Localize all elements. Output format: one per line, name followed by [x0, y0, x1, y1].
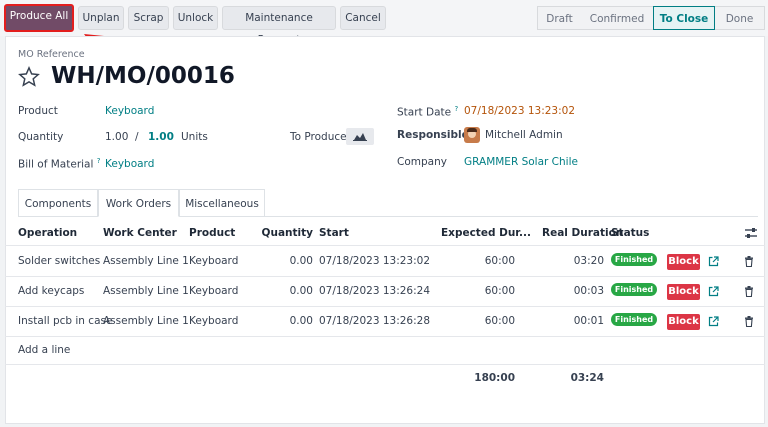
total-real-duration: 03:24: [570, 372, 604, 384]
stage-to-close[interactable]: To Close: [653, 6, 715, 30]
company-label: Company: [397, 156, 447, 168]
scrap-button[interactable]: Scrap: [128, 6, 169, 30]
expected-duration-cell[interactable]: 60:00: [460, 285, 515, 297]
external-link-icon[interactable]: [708, 286, 719, 297]
col-operation[interactable]: Operation: [18, 227, 77, 239]
quantity-cell[interactable]: 0.00: [260, 315, 313, 327]
real-duration-cell[interactable]: 00:03: [550, 285, 604, 297]
footer-divider: [5, 364, 765, 365]
block-button[interactable]: Block: [667, 314, 700, 330]
quantity-label: Quantity: [18, 131, 64, 143]
operation-cell[interactable]: Add keycaps: [18, 285, 84, 297]
external-link-icon[interactable]: [708, 256, 719, 267]
tab-work-orders[interactable]: Work Orders: [98, 189, 179, 217]
real-duration-cell[interactable]: 03:20: [550, 255, 604, 267]
row-divider: [5, 336, 765, 337]
work-center-cell[interactable]: Assembly Line 1: [103, 255, 189, 267]
cancel-button[interactable]: Cancel: [340, 6, 386, 30]
quantity-separator: /: [135, 131, 139, 143]
status-badge: Finished: [611, 253, 657, 266]
trash-icon[interactable]: [744, 256, 754, 267]
product-field[interactable]: Keyboard: [105, 105, 154, 117]
start-date-help-icon[interactable]: ?: [454, 105, 458, 113]
responsible-field[interactable]: Mitchell Admin: [485, 129, 563, 141]
row-divider: [5, 306, 765, 307]
quantity-produced[interactable]: 1.00: [105, 131, 128, 143]
col-quantity[interactable]: Quantity: [260, 227, 313, 239]
product-label: Product: [18, 105, 58, 117]
start-cell[interactable]: 07/18/2023 13:26:28: [319, 315, 430, 327]
total-expected-duration: 180:00: [474, 372, 515, 384]
expected-duration-cell[interactable]: 60:00: [460, 315, 515, 327]
col-expected-duration[interactable]: Expected Dur...: [441, 227, 531, 239]
stage-done[interactable]: Done: [715, 6, 765, 30]
quantity-total[interactable]: 1.00: [148, 131, 174, 143]
avatar: [464, 127, 480, 143]
real-duration-cell[interactable]: 00:01: [550, 315, 604, 327]
work-center-cell[interactable]: Assembly Line 1: [103, 285, 189, 297]
page-title: WH/MO/00016: [51, 63, 235, 89]
external-link-icon[interactable]: [708, 316, 719, 327]
status-badge: Finished: [611, 313, 657, 326]
product-cell[interactable]: Keyboard: [189, 255, 238, 267]
status-badge: Finished: [611, 283, 657, 296]
operation-cell[interactable]: Solder switches: [18, 255, 100, 267]
maintenance-request-button[interactable]: Maintenance Request: [222, 6, 336, 46]
col-start[interactable]: Start: [319, 227, 349, 239]
quantity-cell[interactable]: 0.00: [260, 255, 313, 267]
product-cell[interactable]: Keyboard: [189, 315, 238, 327]
work-center-cell[interactable]: Assembly Line 1: [103, 315, 189, 327]
expected-duration-cell[interactable]: 60:00: [460, 255, 515, 267]
company-field[interactable]: GRAMMER Solar Chile: [464, 156, 578, 168]
area-chart-icon: [353, 133, 367, 141]
quantity-uom: Units: [181, 131, 208, 143]
forecast-chart-button[interactable]: [346, 128, 374, 145]
trash-icon[interactable]: [744, 316, 754, 327]
mo-reference-label: MO Reference: [18, 49, 85, 60]
product-cell[interactable]: Keyboard: [189, 285, 238, 297]
start-cell[interactable]: 07/18/2023 13:26:24: [319, 285, 430, 297]
header-divider: [5, 245, 765, 246]
trash-icon[interactable]: [744, 286, 754, 297]
add-line-link[interactable]: Add a line: [18, 344, 70, 356]
row-divider: [5, 276, 765, 277]
quantity-cell[interactable]: 0.00: [260, 285, 313, 297]
responsible-label: Responsible: [397, 129, 469, 141]
col-product[interactable]: Product: [189, 227, 235, 239]
bom-help-icon[interactable]: ?: [97, 157, 101, 165]
operation-cell[interactable]: Install pcb in case: [18, 315, 112, 327]
col-work-center[interactable]: Work Center: [103, 227, 177, 239]
stage-draft[interactable]: Draft: [537, 6, 581, 30]
stage-confirmed[interactable]: Confirmed: [581, 6, 653, 30]
produce-all-button[interactable]: Produce All: [4, 4, 74, 32]
tab-components[interactable]: Components: [18, 189, 98, 217]
col-status[interactable]: Status: [611, 227, 649, 239]
bom-field[interactable]: Keyboard: [105, 158, 154, 170]
tab-miscellaneous[interactable]: Miscellaneous: [179, 189, 265, 217]
start-cell[interactable]: 07/18/2023 13:23:02: [319, 255, 430, 267]
optional-columns-icon[interactable]: [744, 227, 758, 239]
block-button[interactable]: Block: [667, 284, 700, 300]
bom-label: Bill of Material ?: [18, 157, 101, 171]
unplan-button[interactable]: Unplan: [78, 6, 124, 30]
unlock-button[interactable]: Unlock: [173, 6, 218, 30]
block-button[interactable]: Block: [667, 254, 700, 270]
favorite-star-icon[interactable]: [18, 66, 40, 88]
to-produce-label: To Produce: [290, 131, 347, 143]
start-date-field[interactable]: 07/18/2023 13:23:02: [464, 105, 575, 117]
start-date-label: Start Date ?: [397, 105, 459, 119]
